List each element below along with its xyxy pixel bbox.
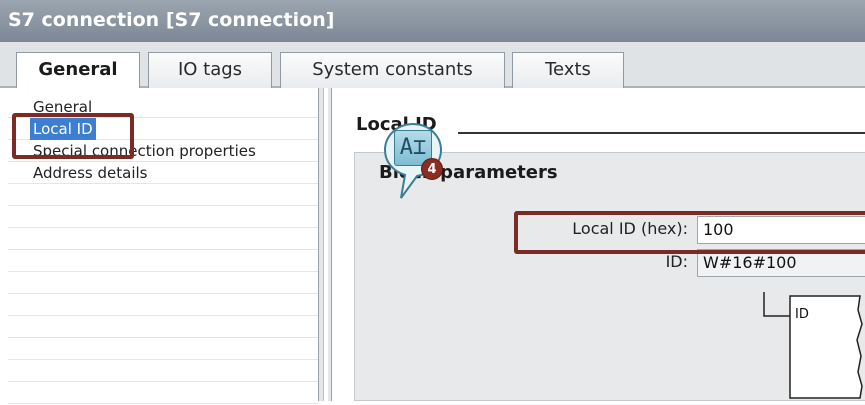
nav-empty-row	[8, 316, 318, 338]
window-title-bar: S7 connection [S7 connection]	[0, 0, 865, 42]
tab-label: Texts	[545, 59, 591, 80]
tab-label: System constants	[312, 59, 473, 80]
nav-empty-row	[8, 228, 318, 250]
window-title: S7 connection [S7 connection]	[8, 9, 335, 31]
nav-empty-row	[8, 250, 318, 272]
tab-texts[interactable]: Texts	[512, 52, 624, 88]
nav-empty-row	[8, 338, 318, 360]
step-callout: A⌶ 4	[383, 122, 443, 200]
nav-empty-row	[8, 184, 318, 206]
tab-label: IO tags	[177, 59, 243, 80]
nav-empty-row	[8, 272, 318, 294]
tab-io-tags[interactable]: IO tags	[148, 52, 272, 88]
function-block-shape	[763, 292, 863, 399]
tab-strip: General IO tags System constants Texts	[0, 42, 865, 90]
step-number-badge: 4	[421, 158, 443, 180]
nav-item-address-details[interactable]: Address details	[8, 162, 318, 184]
diagram-pin-label: ID	[795, 307, 809, 322]
nav-item-label: Address details	[33, 164, 148, 182]
nav-empty-row	[8, 360, 318, 382]
tab-general[interactable]: General	[16, 52, 140, 90]
tab-system-constants[interactable]: System constants	[280, 52, 505, 88]
function-block-diagram: ID	[760, 290, 865, 401]
nav-empty-row	[8, 206, 318, 228]
id-label: ID:	[665, 252, 688, 271]
tab-label: General	[38, 59, 118, 80]
local-id-nav-highlight	[12, 113, 134, 159]
splitter-grip	[323, 88, 328, 401]
section-divider	[458, 132, 865, 134]
local-id-field-highlight	[514, 211, 865, 254]
id-value: W#16#100	[703, 253, 797, 272]
nav-empty-row	[8, 294, 318, 316]
pane-splitter[interactable]	[318, 88, 332, 401]
